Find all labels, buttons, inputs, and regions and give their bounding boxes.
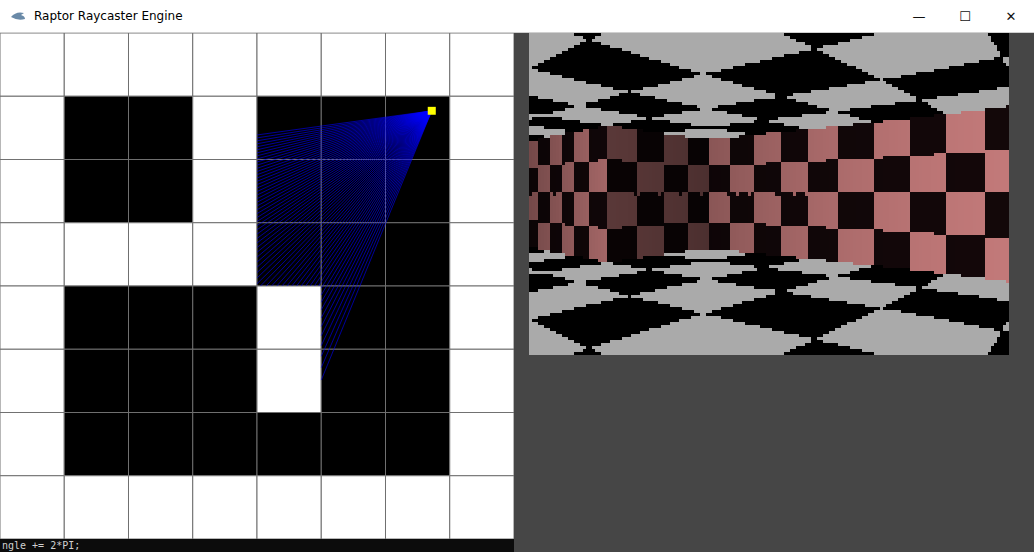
view-panel	[514, 33, 1034, 552]
map-cell	[193, 160, 257, 223]
3d-view	[529, 33, 1009, 355]
map-cell	[257, 286, 321, 349]
map-cell	[321, 33, 385, 96]
map-cell	[129, 223, 193, 286]
map-cell	[450, 223, 514, 286]
map-cell	[64, 286, 128, 349]
map-cell	[450, 160, 514, 223]
map-cell	[0, 476, 64, 539]
map-cell	[321, 349, 385, 412]
ray-fan	[257, 111, 432, 380]
console-line: ngle += 2*PI;	[0, 539, 514, 552]
window-controls: —☐✕	[896, 0, 1034, 32]
map-cell	[193, 413, 257, 476]
app-icon	[10, 10, 26, 22]
map-cell	[0, 223, 64, 286]
map-cell	[129, 96, 193, 159]
title-bar: Raptor Raycaster Engine —☐✕	[0, 0, 1034, 33]
map-cell	[129, 33, 193, 96]
map-cell	[0, 33, 64, 96]
map-cell	[450, 33, 514, 96]
map-cell	[0, 349, 64, 412]
map-cell	[193, 349, 257, 412]
map-cell	[129, 160, 193, 223]
map-cell	[321, 476, 385, 539]
map-cell	[129, 476, 193, 539]
map-cell	[386, 223, 450, 286]
map-cell	[129, 349, 193, 412]
map-cell	[321, 286, 385, 349]
map-cell	[257, 349, 321, 412]
map-cell	[64, 223, 128, 286]
map-cell	[193, 96, 257, 159]
map-cell	[450, 476, 514, 539]
map-cell	[64, 160, 128, 223]
map-cell	[0, 160, 64, 223]
map-cell	[64, 33, 128, 96]
map-cell	[0, 286, 64, 349]
map-cell	[257, 413, 321, 476]
map-cell	[257, 476, 321, 539]
map-cell	[450, 286, 514, 349]
top-down-map	[0, 33, 514, 539]
map-cell	[257, 223, 321, 286]
map-cell	[193, 476, 257, 539]
map-cell	[450, 96, 514, 159]
map-cell	[450, 413, 514, 476]
close-button[interactable]: ✕	[988, 0, 1034, 32]
map-cell	[129, 286, 193, 349]
map-cell	[0, 413, 64, 476]
map-cell	[64, 349, 128, 412]
map-cell	[193, 223, 257, 286]
map-cell	[193, 286, 257, 349]
minimize-button[interactable]: —	[896, 0, 942, 32]
map-cell	[450, 349, 514, 412]
map-cell	[386, 33, 450, 96]
map-cell	[386, 349, 450, 412]
maximize-button[interactable]: ☐	[942, 0, 988, 32]
map-cell	[257, 33, 321, 96]
map-cell	[386, 413, 450, 476]
map-cell	[64, 96, 128, 159]
map-cell	[386, 476, 450, 539]
window-title: Raptor Raycaster Engine	[34, 9, 896, 23]
map-cell	[193, 33, 257, 96]
player-marker	[428, 107, 436, 115]
map-cell	[321, 413, 385, 476]
map-cell	[0, 96, 64, 159]
map-cell	[129, 413, 193, 476]
map-cell	[64, 413, 128, 476]
map-cell	[64, 476, 128, 539]
map-cell	[386, 286, 450, 349]
